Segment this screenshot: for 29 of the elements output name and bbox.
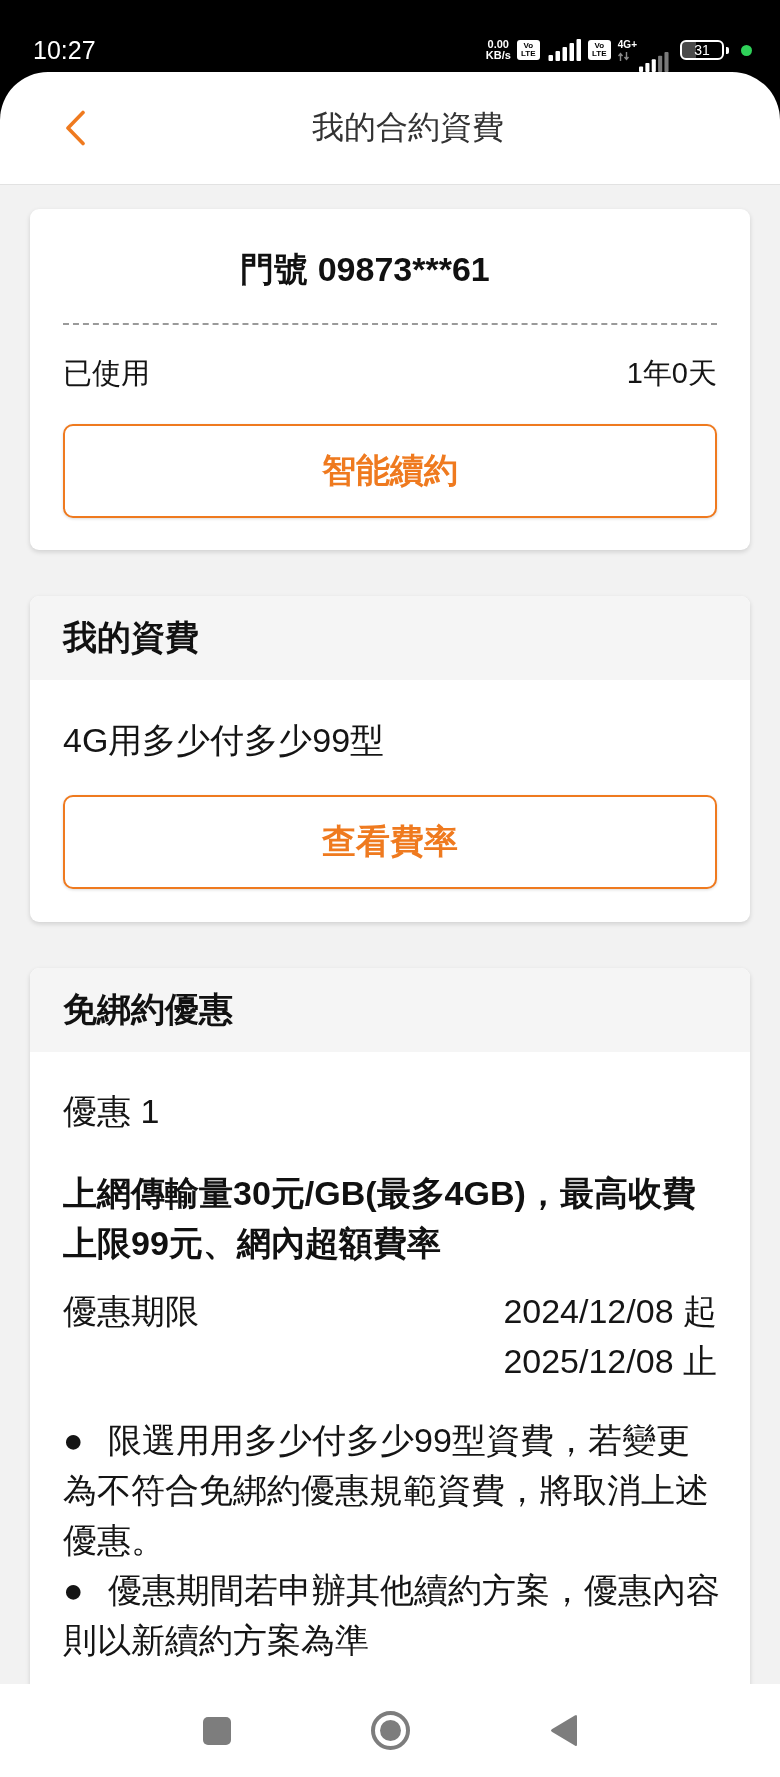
chevron-left-icon	[64, 110, 86, 146]
square-icon[interactable]	[202, 1716, 231, 1745]
period-date: 2025/12/08 止	[503, 1341, 717, 1382]
note-text: ● 限選用用多少付多少99型資費，若變更為不符合免綁約優惠規範資費，將取消上述優惠。	[63, 1420, 710, 1561]
triangle-icon[interactable]	[549, 1714, 578, 1747]
data-arrows-icon	[617, 52, 629, 61]
note-text: ● 優惠期間若申辦其他續約方案，優惠內容則以新續約方案為準	[63, 1570, 721, 1661]
indicator-dot-icon	[741, 44, 752, 56]
battery-indicator: 31	[680, 40, 729, 60]
network-type-label: 4G+	[617, 39, 637, 50]
net-speed-text: 0.00 KB/s	[485, 39, 511, 61]
usage-label: 已使用	[63, 356, 150, 391]
renew-button[interactable]: 智能續約	[63, 424, 717, 518]
plan-name: 4G用多少付多少99型	[63, 720, 386, 761]
volte-badge: Vo LTE	[587, 40, 611, 60]
offer-label: 優惠 1	[63, 1091, 161, 1132]
usage-value: 1年0天	[626, 356, 717, 391]
card-header: 我的資費	[30, 596, 750, 680]
offer-title: 上網傳輸量30元/GB(最多4GB)，最高收費上限99元、網內超額費率	[63, 1173, 697, 1264]
signal-icon	[547, 39, 582, 61]
period-label: 優惠期限	[63, 1291, 199, 1332]
phone-number-title: 門號 09873***61	[239, 249, 491, 290]
page-title: 我的合約資費	[311, 108, 505, 147]
volte-badge: Vo LTE	[516, 40, 540, 60]
card-header: 免綁約優惠	[30, 968, 750, 1052]
period-date: 2024/12/08 起	[503, 1291, 717, 1332]
ring-icon[interactable]	[370, 1711, 410, 1750]
status-time: 10:27	[33, 35, 96, 65]
view-rates-button[interactable]: 查看費率	[63, 795, 717, 889]
